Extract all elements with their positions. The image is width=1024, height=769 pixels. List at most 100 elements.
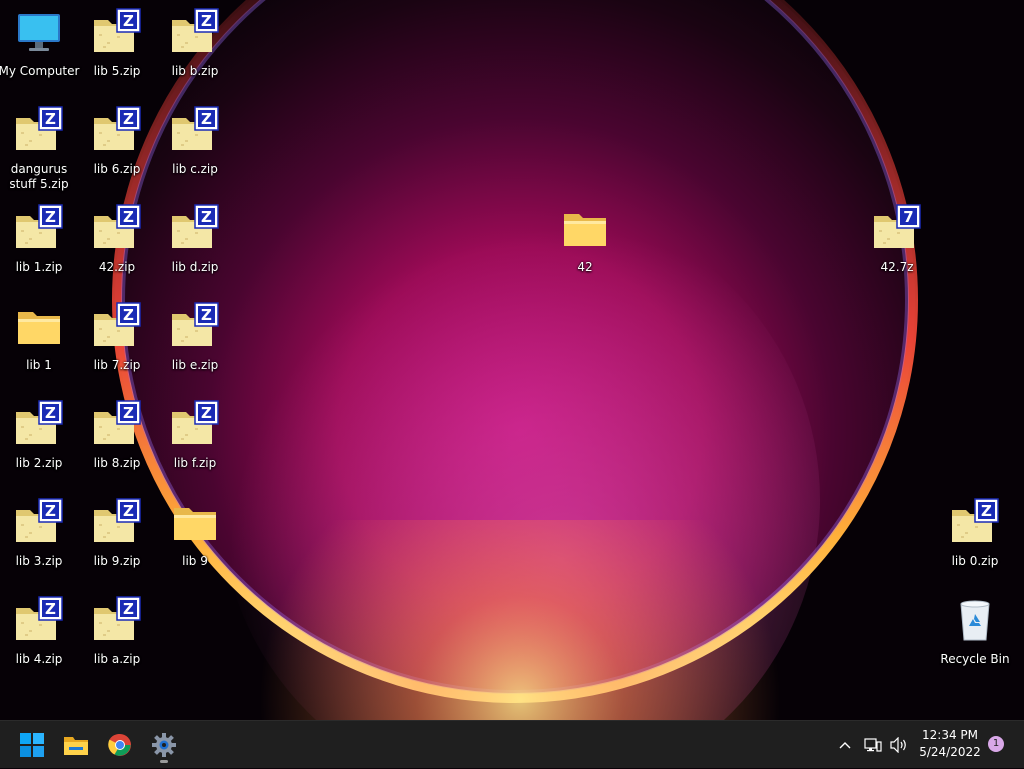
svg-text:Z: Z [45, 600, 56, 618]
chrome-icon [108, 733, 131, 756]
clock-date: 5/24/2022 [919, 745, 981, 759]
7z-archive-icon: 7 [873, 204, 921, 252]
svg-text:Z: Z [123, 110, 134, 128]
desktop-icon-lib-6-zip[interactable]: Zlib 6.zip [79, 102, 155, 192]
zip-archive-icon: Z [93, 400, 141, 448]
desktop-icon-label: lib 3.zip [15, 554, 63, 568]
desktop-icon-lib-9[interactable]: lib 9 [157, 494, 233, 584]
chrome-button[interactable] [100, 725, 140, 765]
desktop-icon-label: lib 0.zip [951, 554, 999, 568]
desktop-icon-label: 42 [577, 260, 593, 274]
desktop-icon-label: dangurus stuff 5.zip [9, 162, 69, 191]
desktop-icon-42[interactable]: 42 [547, 200, 623, 290]
zip-archive-icon: Z [93, 8, 141, 56]
show-hidden-icons-button[interactable] [834, 721, 856, 769]
desktop-icon-lib-b-zip[interactable]: Zlib b.zip [157, 4, 233, 94]
desktop-icon-label: lib 9.zip [93, 554, 141, 568]
svg-text:Z: Z [123, 306, 134, 324]
clock-time: 12:34 PM [922, 728, 978, 742]
desktop-icon-lib-f-zip[interactable]: Zlib f.zip [157, 396, 233, 486]
start-button[interactable] [12, 725, 52, 765]
desktop-icon-lib-c-zip[interactable]: Zlib c.zip [157, 102, 233, 192]
zip-archive-icon: Z [15, 400, 63, 448]
desktop-icon-42-zip[interactable]: Z 42.zip [79, 200, 155, 290]
svg-text:Z: Z [45, 502, 56, 520]
desktop-icon-lib-d-zip[interactable]: Zlib d.zip [157, 200, 233, 290]
desktop-icon-lib-3-zip[interactable]: Zlib 3.zip [1, 494, 77, 584]
desktop-icon-label: lib 4.zip [15, 652, 63, 666]
zip-archive-icon: Z [93, 106, 141, 154]
desktop-icon-lib-1[interactable]: lib 1 [1, 298, 77, 388]
desktop-icon-my-computer[interactable]: My Computer [0, 4, 79, 94]
speaker-icon [890, 737, 906, 753]
desktop-icon-recycle-bin[interactable]: Recycle Bin [937, 592, 1013, 682]
desktop-icon-label: lib 2.zip [15, 456, 63, 470]
svg-text:Z: Z [123, 600, 134, 618]
file-explorer-button[interactable] [56, 725, 96, 765]
desktop-icon-lib-2-zip[interactable]: Zlib 2.zip [1, 396, 77, 486]
desktop-icon-lib-4-zip[interactable]: Zlib 4.zip [1, 592, 77, 682]
svg-text:7: 7 [903, 208, 913, 226]
desktop-icon-lib-e-zip[interactable]: Zlib e.zip [157, 298, 233, 388]
desktop-icon-lib-1-zip[interactable]: Zlib 1.zip [1, 200, 77, 290]
svg-text:Z: Z [201, 306, 212, 324]
zip-archive-icon: Z [15, 204, 63, 252]
desktop-icon-label: lib b.zip [171, 64, 219, 78]
zip-archive-icon: Z [171, 302, 219, 350]
svg-text:Z: Z [201, 208, 212, 226]
desktop-icon-lib-5-zip[interactable]: Zlib 5.zip [79, 4, 155, 94]
desktop-icon-label: lib 1.zip [15, 260, 63, 274]
svg-text:Z: Z [123, 12, 134, 30]
zip-archive-icon: Z [15, 596, 63, 644]
desktop-icon-label: Recycle Bin [940, 652, 1010, 666]
network-button[interactable] [860, 721, 886, 769]
zip-archive-icon: Z [171, 106, 219, 154]
desktop-icon-label: My Computer [0, 64, 80, 78]
zip-archive-icon: Z [951, 498, 999, 546]
zip-archive-icon: Z [171, 400, 219, 448]
settings-button[interactable] [144, 725, 184, 765]
folder-icon [15, 302, 63, 350]
desktop-icon-label: lib 5.zip [93, 64, 141, 78]
desktop-icon-dangurus-stuff-5-zip[interactable]: Zdangurus stuff 5.zip [1, 102, 77, 192]
svg-text:Z: Z [123, 502, 134, 520]
desktop-icon-42-7z[interactable]: 7 42.7z [859, 200, 935, 290]
desktop-icon-label: 42.zip [98, 260, 136, 274]
zip-archive-icon: Z [93, 596, 141, 644]
running-indicator [160, 760, 168, 763]
folder-icon [64, 737, 88, 755]
zip-archive-icon: Z [15, 106, 63, 154]
windows-logo-icon [20, 733, 44, 757]
zip-archive-icon: Z [93, 302, 141, 350]
chevron-up-icon [839, 742, 851, 749]
svg-text:Z: Z [45, 208, 56, 226]
svg-text:Z: Z [123, 208, 134, 226]
svg-text:Z: Z [201, 404, 212, 422]
svg-text:Z: Z [981, 502, 992, 520]
folder-icon [561, 204, 609, 252]
desktop-icon-label: lib 7.zip [93, 358, 141, 372]
desktop-icon-label: lib a.zip [93, 652, 141, 666]
svg-text:Z: Z [201, 110, 212, 128]
notification-badge[interactable]: 1 [988, 736, 1004, 752]
desktop-icon-lib-8-zip[interactable]: Zlib 8.zip [79, 396, 155, 486]
computer-icon [15, 8, 63, 56]
desktop-icon-lib-0-zip[interactable]: Zlib 0.zip [937, 494, 1013, 584]
desktop-icon-lib-9-zip[interactable]: Zlib 9.zip [79, 494, 155, 584]
svg-text:Z: Z [123, 404, 134, 422]
desktop-icon-label: lib 8.zip [93, 456, 141, 470]
zip-archive-icon: Z [93, 498, 141, 546]
zip-archive-icon: Z [171, 8, 219, 56]
recycle-bin-icon [951, 596, 999, 644]
svg-text:Z: Z [45, 404, 56, 422]
gear-icon [152, 733, 176, 757]
clock[interactable]: 12:34 PM 5/24/2022 [908, 727, 992, 761]
desktop-icon-lib-7-zip[interactable]: Zlib 7.zip [79, 298, 155, 388]
desktop-icon-label: lib e.zip [171, 358, 219, 372]
network-icon [864, 738, 882, 752]
svg-text:Z: Z [201, 12, 212, 30]
taskbar: 12:34 PM 5/24/2022 [0, 720, 1024, 768]
desktop-icon-label: lib 9 [182, 554, 208, 568]
desktop-icon-lib-a-zip[interactable]: Zlib a.zip [79, 592, 155, 682]
desktop-icon-label: lib f.zip [173, 456, 217, 470]
